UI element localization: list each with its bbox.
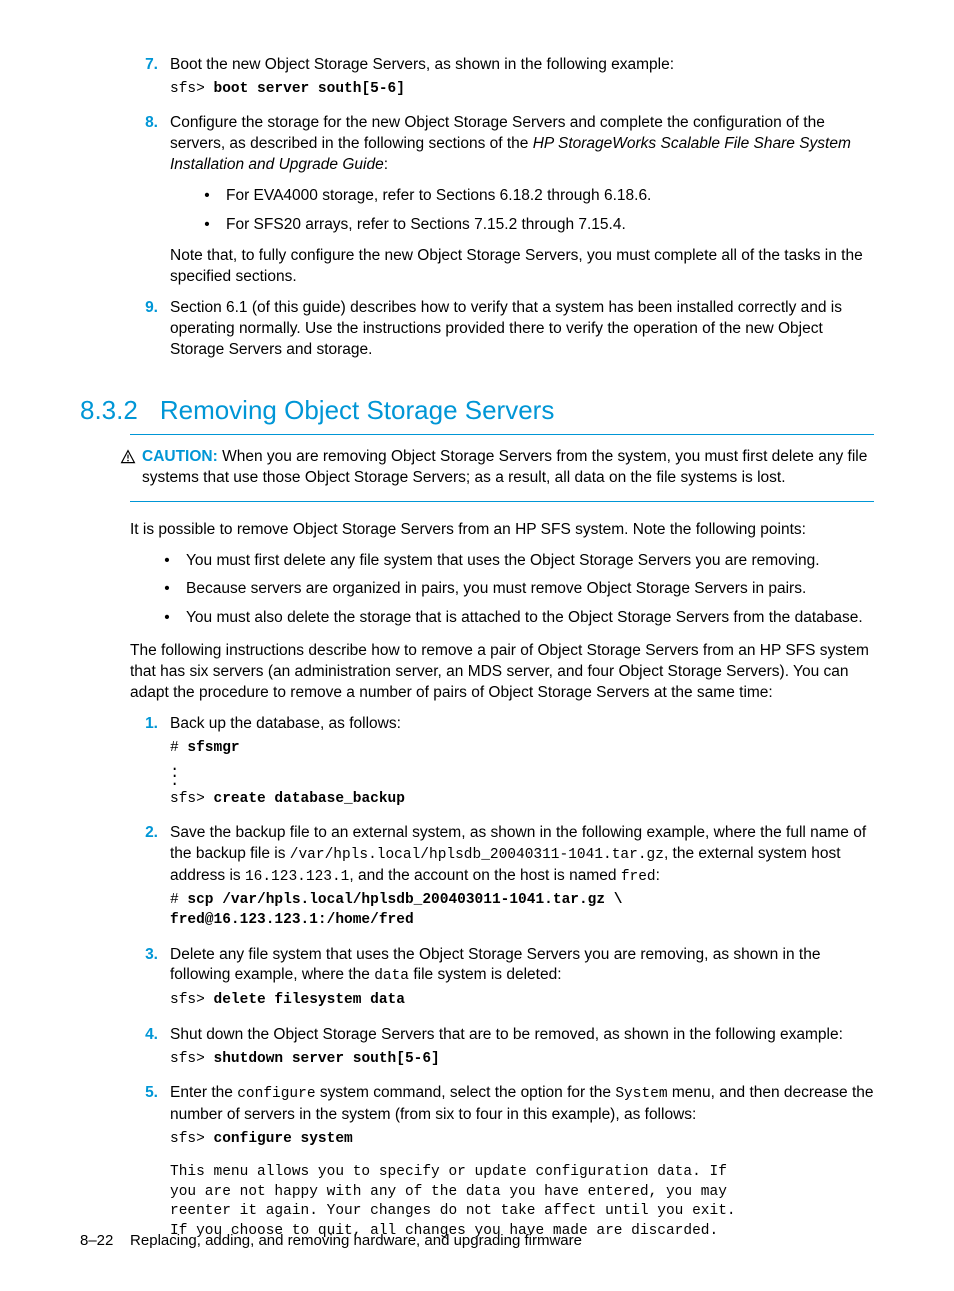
code-line: # sfsmgr	[170, 739, 874, 759]
step-8: 8. Configure the storage for the new Obj…	[130, 113, 874, 287]
rstep-3: 3. Delete any file system that uses the …	[130, 945, 874, 1015]
step-number: 9.	[130, 298, 158, 361]
code-line: sfs> delete filesystem data	[170, 991, 874, 1011]
step-9: 9. Section 6.1 (of this guide) describes…	[130, 298, 874, 361]
bullet-text: You must also delete the storage that is…	[186, 608, 863, 629]
command: boot server south[5-6]	[205, 81, 405, 97]
section-number: 8.3.2	[80, 393, 138, 428]
bullet-item: • Because servers are organized in pairs…	[160, 579, 874, 600]
rstep-2: 2. Save the backup file to an external s…	[130, 823, 874, 934]
step-text: Enter the configure system command, sele…	[170, 1083, 874, 1125]
bullet-text: You must first delete any file system th…	[186, 551, 820, 572]
bullet-text: For SFS20 arrays, refer to Sections 7.15…	[226, 215, 626, 236]
bullet-item: • For SFS20 arrays, refer to Sections 7.…	[200, 215, 874, 236]
caution-box: CAUTION: When you are removing Object St…	[120, 447, 874, 489]
step-text: Boot the new Object Storage Servers, as …	[170, 55, 874, 76]
intro-text: It is possible to remove Object Storage …	[130, 520, 874, 541]
step-number: 8.	[130, 113, 158, 287]
bullet-text: For EVA4000 storage, refer to Sections 6…	[226, 186, 651, 207]
document-page: 7. Boot the new Object Storage Servers, …	[0, 0, 954, 1291]
caution-text: CAUTION: When you are removing Object St…	[142, 447, 874, 489]
rstep-4: 4. Shut down the Object Storage Servers …	[130, 1025, 874, 1073]
step-number: 7.	[130, 55, 158, 103]
step-body: Enter the configure system command, sele…	[170, 1083, 874, 1245]
caution-icon	[120, 449, 136, 465]
step-body: Boot the new Object Storage Servers, as …	[170, 55, 874, 103]
bullet-item: • You must also delete the storage that …	[160, 608, 874, 629]
section-heading: 8.3.2 Removing Object Storage Servers	[80, 393, 874, 428]
note-text: Note that, to fully configure the new Ob…	[170, 246, 874, 288]
step-number: 2.	[130, 823, 158, 934]
code-line: sfs> shutdown server south[5-6]	[170, 1050, 874, 1070]
step-number: 4.	[130, 1025, 158, 1073]
prompt: sfs>	[170, 81, 205, 97]
instructions-intro: The following instructions describe how …	[130, 641, 874, 704]
step-7: 7. Boot the new Object Storage Servers, …	[130, 55, 874, 103]
code-line: sfs> boot server south[5-6]	[170, 80, 874, 100]
rstep-1: 1. Back up the database, as follows: # s…	[130, 714, 874, 813]
bullet-item: • For EVA4000 storage, refer to Sections…	[200, 186, 874, 207]
page-footer: 8–22 Replacing, adding, and removing har…	[80, 1231, 582, 1251]
section-title: Removing Object Storage Servers	[160, 393, 555, 428]
caution-label: CAUTION:	[142, 448, 218, 465]
bullet-icon: •	[160, 551, 174, 572]
step-body: Delete any file system that uses the Obj…	[170, 945, 874, 1015]
step-body: Configure the storage for the new Object…	[170, 113, 874, 287]
bullet-icon: •	[160, 608, 174, 629]
divider	[130, 434, 874, 435]
step-text: Configure the storage for the new Object…	[170, 113, 874, 176]
bullet-icon: •	[200, 215, 214, 236]
step-text: Save the backup file to an external syst…	[170, 823, 874, 887]
points-list: • You must first delete any file system …	[130, 551, 874, 630]
divider	[130, 501, 874, 502]
bullet-icon: •	[200, 186, 214, 207]
step-text: Shut down the Object Storage Servers tha…	[170, 1025, 874, 1046]
bullet-icon: •	[160, 579, 174, 600]
code-line: sfs> configure system	[170, 1130, 874, 1150]
step-text: Delete any file system that uses the Obj…	[170, 945, 874, 987]
step-number: 1.	[130, 714, 158, 813]
step-number: 3.	[130, 945, 158, 1015]
bullet-text: Because servers are organized in pairs, …	[186, 579, 806, 600]
step-body: Section 6.1 (of this guide) describes ho…	[170, 298, 874, 361]
step-text: Back up the database, as follows:	[170, 714, 874, 735]
vertical-dots: ...	[170, 763, 874, 786]
step-body: Back up the database, as follows: # sfsm…	[170, 714, 874, 813]
step-body: Shut down the Object Storage Servers tha…	[170, 1025, 874, 1073]
code-block: # scp /var/hpls.local/hplsdb_200403011-1…	[170, 891, 874, 930]
step-body: Save the backup file to an external syst…	[170, 823, 874, 934]
output-block: This menu allows you to specify or updat…	[170, 1163, 874, 1241]
rstep-5: 5. Enter the configure system command, s…	[130, 1083, 874, 1245]
step-number: 5.	[130, 1083, 158, 1245]
code-line: sfs> create database_backup	[170, 790, 874, 810]
bullet-item: • You must first delete any file system …	[160, 551, 874, 572]
step-text: Section 6.1 (of this guide) describes ho…	[170, 298, 874, 361]
